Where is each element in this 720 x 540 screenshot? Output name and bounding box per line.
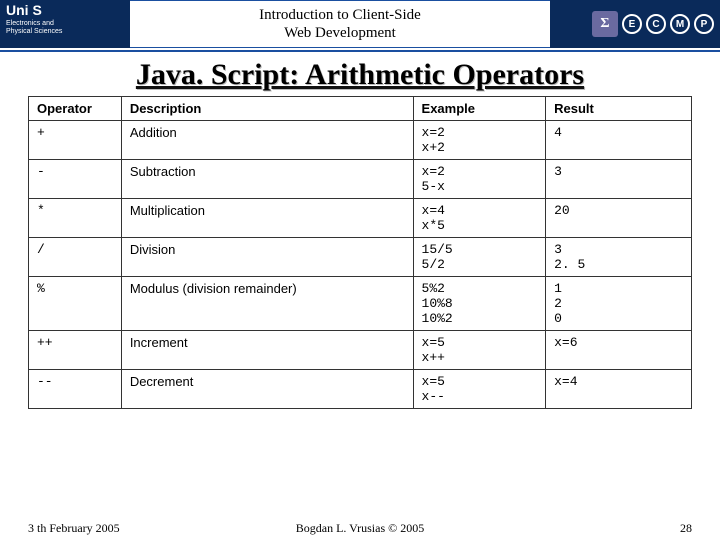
cell-description: Subtraction — [121, 160, 413, 199]
col-operator: Operator — [29, 97, 122, 121]
header-badges: Σ E C M P — [550, 0, 720, 48]
table-row: + Addition x=2 x+2 4 — [29, 121, 692, 160]
cell-description: Multiplication — [121, 199, 413, 238]
cell-result: 3 — [546, 160, 692, 199]
footer-page: 28 — [680, 521, 692, 536]
cell-description: Increment — [121, 331, 413, 370]
cell-example: x=2 x+2 — [413, 121, 546, 160]
slide-title: Java. Script: Arithmetic Operators — [0, 58, 720, 92]
cell-operator: / — [29, 238, 122, 277]
table-row: % Modulus (division remainder) 5%2 10%8 … — [29, 277, 692, 331]
slide-footer: 3 th February 2005 Bogdan L. Vrusias © 2… — [0, 521, 720, 536]
cell-operator: + — [29, 121, 122, 160]
footer-date: 3 th February 2005 — [28, 521, 120, 536]
cell-operator: * — [29, 199, 122, 238]
cell-result: 4 — [546, 121, 692, 160]
cell-result: x=6 — [546, 331, 692, 370]
cell-result: x=4 — [546, 370, 692, 409]
cell-operator: - — [29, 160, 122, 199]
cell-example: x=2 5-x — [413, 160, 546, 199]
cell-description: Decrement — [121, 370, 413, 409]
table-row: -- Decrement x=5 x-- x=4 — [29, 370, 692, 409]
badge-p: P — [694, 14, 714, 34]
operators-table-wrap: Operator Description Example Result + Ad… — [0, 96, 720, 409]
cell-example: 15/5 5/2 — [413, 238, 546, 277]
table-row: * Multiplication x=4 x*5 20 — [29, 199, 692, 238]
cell-operator: ++ — [29, 331, 122, 370]
cell-result: 3 2. 5 — [546, 238, 692, 277]
course-title: Introduction to Client-Side Web Developm… — [130, 0, 550, 48]
table-row: / Division 15/5 5/2 3 2. 5 — [29, 238, 692, 277]
slide-header: Uni S Electronics and Physical Sciences … — [0, 0, 720, 48]
col-example: Example — [413, 97, 546, 121]
footer-copyright: Bogdan L. Vrusias © 2005 — [296, 521, 425, 536]
badge-e: E — [622, 14, 642, 34]
cell-result: 20 — [546, 199, 692, 238]
col-result: Result — [546, 97, 692, 121]
cell-example: x=5 x++ — [413, 331, 546, 370]
cell-operator: % — [29, 277, 122, 331]
cell-description: Addition — [121, 121, 413, 160]
cell-description: Modulus (division remainder) — [121, 277, 413, 331]
header-logo-block: Uni S Electronics and Physical Sciences — [0, 0, 130, 48]
cell-description: Division — [121, 238, 413, 277]
cell-example: x=4 x*5 — [413, 199, 546, 238]
cell-example: x=5 x-- — [413, 370, 546, 409]
cell-operator: -- — [29, 370, 122, 409]
university-logo: Uni S — [0, 0, 130, 20]
badge-m: M — [670, 14, 690, 34]
cell-example: 5%2 10%8 10%2 — [413, 277, 546, 331]
table-header-row: Operator Description Example Result — [29, 97, 692, 121]
table-row: ++ Increment x=5 x++ x=6 — [29, 331, 692, 370]
sigma-icon: Σ — [592, 11, 618, 37]
operators-table: Operator Description Example Result + Ad… — [28, 96, 692, 409]
department-name: Electronics and Physical Sciences — [0, 20, 130, 37]
cell-result: 1 2 0 — [546, 277, 692, 331]
badge-c: C — [646, 14, 666, 34]
table-row: - Subtraction x=2 5-x 3 — [29, 160, 692, 199]
col-description: Description — [121, 97, 413, 121]
